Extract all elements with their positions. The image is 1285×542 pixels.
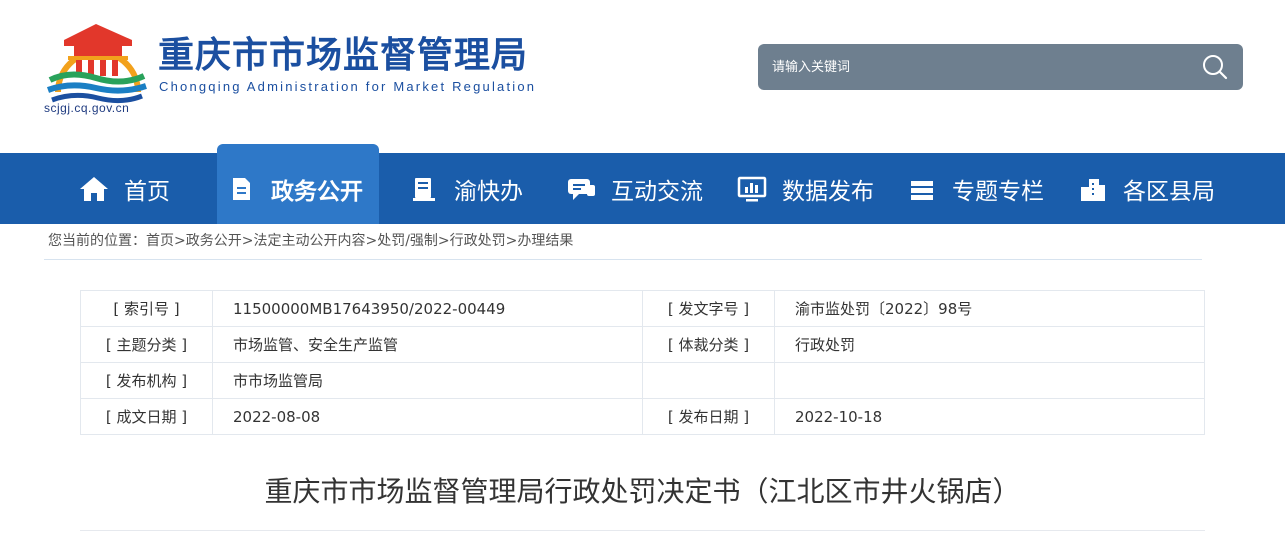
logo-emblem-icon <box>46 24 147 104</box>
nav-item-district-bureaus[interactable]: 各区县局 <box>1077 153 1215 224</box>
meta-label: [ 索引号 ] <box>80 290 213 327</box>
breadcrumb-item-administrative-penalty[interactable]: 行政处罚 <box>450 233 506 249</box>
breadcrumb: 您当前的位置：首页>政务公开>法定主动公开内容>处罚/强制>行政处罚>办理结果 <box>44 224 1202 260</box>
search-button[interactable] <box>1201 53 1229 81</box>
table-row: [ 成文日期 ] 2022-08-08 [ 发布日期 ] 2022-10-18 <box>80 398 1205 435</box>
book-icon <box>408 173 440 205</box>
breadcrumb-separator: > <box>437 233 450 249</box>
document-title: 重庆市市场监督管理局行政处罚决定书（江北区市井火锅店） <box>264 475 1021 508</box>
meta-value: 2022-08-08 <box>212 398 643 435</box>
meta-label: [ 发布机构 ] <box>80 362 213 399</box>
site-subtitle: Chongqing Administration for Market Regu… <box>159 79 537 94</box>
meta-value: 2022-10-18 <box>774 398 1205 435</box>
breadcrumb-separator: > <box>241 233 254 249</box>
meta-value: 11500000MB17643950/2022-00449 <box>212 290 643 327</box>
breadcrumb-item-home[interactable]: 首页 <box>146 233 174 249</box>
meta-value: 市场监管、安全生产监管 <box>212 326 643 363</box>
title-divider <box>80 530 1205 531</box>
document-icon <box>225 173 257 205</box>
breadcrumb-item-statutory-disclosure[interactable]: 法定主动公开内容 <box>253 233 365 249</box>
meta-value: 渝市监处罚〔2022〕98号 <box>774 290 1205 327</box>
breadcrumb-separator: > <box>505 233 518 249</box>
breadcrumb-item-results[interactable]: 办理结果 <box>517 233 573 249</box>
nav-item-label: 专题专栏 <box>952 178 1044 205</box>
nav-item-label: 各区县局 <box>1123 178 1215 205</box>
main-nav: 首页 政务公开 渝快办 互动交流 数据发布 专题专栏 各区县局 <box>0 144 1285 224</box>
breadcrumb-item-penalty-enforcement[interactable]: 处罚/强制 <box>377 233 438 249</box>
nav-item-yukuaiban[interactable]: 渝快办 <box>408 153 523 224</box>
search-input[interactable] <box>772 56 1172 78</box>
meta-label: [ 发布日期 ] <box>642 398 775 435</box>
stack-icon <box>906 173 938 205</box>
meta-value: 行政处罚 <box>774 326 1205 363</box>
search-box <box>758 44 1243 90</box>
nav-item-label: 政务公开 <box>271 178 363 205</box>
nav-item-label: 互动交流 <box>611 178 703 205</box>
table-row: [ 索引号 ] 11500000MB17643950/2022-00449 [ … <box>80 290 1205 327</box>
breadcrumb-separator: > <box>174 233 186 249</box>
nav-item-data-release[interactable]: 数据发布 <box>736 153 874 224</box>
logo-url-text: scjgj.cq.gov.cn <box>44 101 130 115</box>
table-row: [ 主题分类 ] 市场监管、安全生产监管 [ 体裁分类 ] 行政处罚 <box>80 326 1205 363</box>
breadcrumb-item-government-affairs[interactable]: 政务公开 <box>186 233 242 249</box>
meta-label: [ 发文字号 ] <box>642 290 775 327</box>
nav-item-label: 数据发布 <box>782 178 874 205</box>
nav-item-label: 首页 <box>124 178 170 205</box>
document-metadata-table: [ 索引号 ] 11500000MB17643950/2022-00449 [ … <box>80 290 1205 435</box>
nav-item-home[interactable]: 首页 <box>78 153 170 224</box>
search-icon <box>1203 55 1228 80</box>
breadcrumb-prefix: 您当前的位置： <box>48 233 146 249</box>
monitor-chart-icon <box>736 173 768 205</box>
site-title[interactable]: 重庆市市场监督管理局 <box>158 34 528 78</box>
meta-label: [ 成文日期 ] <box>80 398 213 435</box>
meta-value: 市市场监管局 <box>212 362 643 399</box>
buildings-icon <box>1077 173 1109 205</box>
meta-value <box>774 362 1205 399</box>
nav-item-interaction[interactable]: 互动交流 <box>565 153 703 224</box>
meta-label: [ 体裁分类 ] <box>642 326 775 363</box>
nav-item-government-affairs[interactable]: 政务公开 <box>217 144 379 224</box>
meta-label: [ 主题分类 ] <box>80 326 213 363</box>
nav-item-label: 渝快办 <box>454 178 523 205</box>
home-icon <box>78 173 110 205</box>
meta-label <box>642 362 775 399</box>
table-row: [ 发布机构 ] 市市场监管局 <box>80 362 1205 399</box>
site-header: scjgj.cq.gov.cn 重庆市市场监督管理局 Chongqing Adm… <box>0 0 1285 153</box>
chat-icon <box>565 173 597 205</box>
breadcrumb-separator: > <box>365 233 378 249</box>
nav-item-special-topics[interactable]: 专题专栏 <box>906 153 1044 224</box>
